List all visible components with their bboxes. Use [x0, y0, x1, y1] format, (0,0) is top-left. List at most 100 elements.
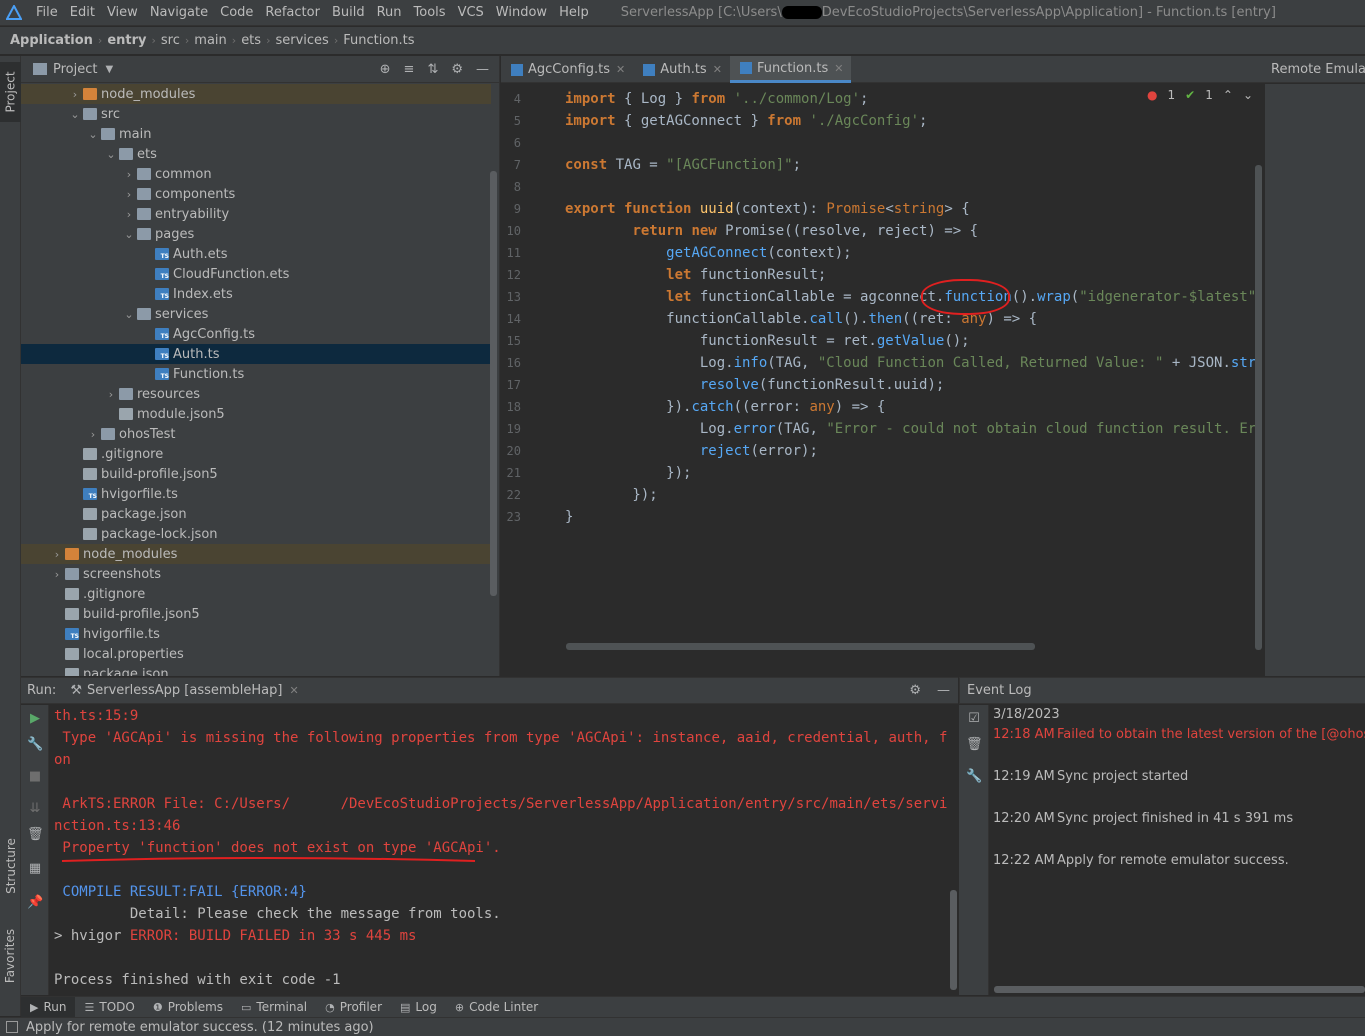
trash-icon[interactable]: 🗑: [966, 737, 983, 753]
close-icon[interactable]: ✕: [713, 63, 722, 76]
bottom-tab-todo[interactable]: ☰ TODO: [75, 997, 143, 1018]
event-log-entry[interactable]: 12:22 AM Apply for remote emulator succes…: [993, 851, 1289, 871]
tree-item[interactable]: ⌄ ets: [21, 144, 491, 164]
previous-highlight-icon[interactable]: ⌃: [1223, 88, 1233, 102]
restore-layout-icon[interactable]: ⇊: [27, 801, 43, 817]
status-toggle-icon[interactable]: [6, 1021, 18, 1033]
rerun-icon[interactable]: ▶: [27, 711, 43, 727]
minimize-icon[interactable]: —: [937, 683, 950, 698]
menu-item-help[interactable]: Help: [553, 1, 595, 25]
tree-item[interactable]: package.json: [21, 664, 491, 676]
breadcrumb-item[interactable]: services: [275, 33, 328, 48]
locate-icon[interactable]: ⊕: [380, 62, 391, 77]
gear-icon[interactable]: ⚙: [451, 62, 463, 77]
event-log-entry[interactable]: 12:19 AM Sync project started: [993, 767, 1188, 787]
pin-icon[interactable]: 📌: [27, 895, 43, 911]
tree-item[interactable]: TS Index.ets: [21, 284, 491, 304]
chevron-right-icon[interactable]: ›: [49, 548, 65, 561]
event-log-entry[interactable]: 12:18 AM Failed to obtain the latest vers…: [993, 725, 1365, 745]
close-icon[interactable]: ✕: [834, 62, 843, 75]
menu-item-run[interactable]: Run: [371, 1, 408, 25]
chevron-right-icon[interactable]: ›: [103, 388, 119, 401]
chevron-right-icon[interactable]: ›: [121, 188, 137, 201]
breadcrumb-item[interactable]: entry: [107, 33, 146, 48]
menu-item-code[interactable]: Code: [214, 1, 259, 25]
tree-item[interactable]: package-lock.json: [21, 524, 491, 544]
tree-item[interactable]: › common: [21, 164, 491, 184]
gear-icon[interactable]: ⚙: [909, 683, 921, 698]
tree-item[interactable]: › node_modules: [21, 84, 491, 104]
tree-item[interactable]: build-profile.json5: [21, 464, 491, 484]
bottom-tab-run[interactable]: ▶ Run: [21, 996, 76, 1018]
chevron-right-icon[interactable]: ›: [121, 208, 137, 221]
tree-item[interactable]: TS Function.ts: [21, 364, 491, 384]
bottom-tab-profiler[interactable]: ◔ Profiler: [316, 997, 391, 1018]
menu-item-build[interactable]: Build: [326, 1, 371, 25]
event-log-scrollbar[interactable]: [994, 986, 1365, 993]
layout-icon[interactable]: ▦: [27, 861, 43, 877]
chevron-right-icon[interactable]: ›: [121, 168, 137, 181]
tree-item[interactable]: › entryability: [21, 204, 491, 224]
chevron-right-icon[interactable]: ›: [67, 88, 83, 101]
bottom-tab-terminal[interactable]: ▭ Terminal: [232, 997, 316, 1018]
chevron-down-icon[interactable]: ▼: [105, 64, 113, 75]
editor-horizontal-scrollbar[interactable]: [566, 643, 1035, 650]
menu-item-navigate[interactable]: Navigate: [144, 1, 214, 25]
bottom-tab-code-linter[interactable]: ⊕ Code Linter: [446, 997, 547, 1018]
tree-item[interactable]: .gitignore: [21, 584, 491, 604]
menu-item-edit[interactable]: Edit: [64, 1, 101, 25]
mark-read-icon[interactable]: ☑: [966, 711, 982, 727]
tree-item[interactable]: local.properties: [21, 644, 491, 664]
tree-item[interactable]: ⌄ src: [21, 104, 491, 124]
tree-item[interactable]: .gitignore: [21, 444, 491, 464]
expand-all-icon[interactable]: ≡: [404, 62, 415, 77]
side-tab-favorites[interactable]: Favorites: [0, 916, 21, 996]
close-icon[interactable]: ✕: [289, 684, 298, 697]
menu-item-file[interactable]: File: [30, 1, 64, 25]
stop-icon[interactable]: ■: [27, 769, 43, 785]
menu-item-window[interactable]: Window: [490, 1, 553, 25]
breadcrumb-item[interactable]: Function.ts: [343, 33, 414, 48]
tree-item[interactable]: › node_modules: [21, 544, 491, 564]
tree-item[interactable]: package.json: [21, 504, 491, 524]
tree-item[interactable]: ⌄ main: [21, 124, 491, 144]
tree-item[interactable]: TS hvigorfile.ts: [21, 484, 491, 504]
minimize-icon[interactable]: —: [476, 62, 489, 77]
chevron-right-icon[interactable]: ›: [85, 428, 101, 441]
tree-item[interactable]: TS CloudFunction.ets: [21, 264, 491, 284]
tree-item[interactable]: › screenshots: [21, 564, 491, 584]
menu-item-tools[interactable]: Tools: [408, 1, 452, 25]
tree-item[interactable]: TS AgcConfig.ts: [21, 324, 491, 344]
collapse-all-icon[interactable]: ⇅: [427, 62, 438, 77]
breadcrumb-item[interactable]: src: [161, 33, 180, 48]
chevron-down-icon[interactable]: ⌄: [121, 308, 137, 321]
run-config-tab[interactable]: ⚒ ServerlessApp [assembleHap] ✕: [70, 683, 298, 698]
run-console-scrollbar[interactable]: [950, 890, 957, 990]
remote-emulator-tab[interactable]: Remote Emulator: [1265, 56, 1365, 83]
wrench-icon[interactable]: 🔧: [966, 769, 982, 785]
run-console-output[interactable]: th.ts:15:9 Type 'AGCApi' is missing the …: [50, 705, 948, 995]
tree-item[interactable]: ⌄ services: [21, 304, 491, 324]
tree-item[interactable]: › resources: [21, 384, 491, 404]
breadcrumb-item[interactable]: ets: [241, 33, 261, 48]
chevron-right-icon[interactable]: ›: [49, 568, 65, 581]
wrench-icon[interactable]: 🔧: [27, 737, 43, 753]
tree-item[interactable]: ⌄ pages: [21, 224, 491, 244]
tree-item[interactable]: build-profile.json5: [21, 604, 491, 624]
tree-item[interactable]: TS hvigorfile.ts: [21, 624, 491, 644]
event-log-entry[interactable]: 12:20 AM Sync project finished in 41 s 39…: [993, 809, 1293, 829]
side-tab-project[interactable]: Project: [0, 62, 21, 122]
bottom-tab-problems[interactable]: ❶ Problems: [144, 997, 232, 1018]
editor-vertical-scrollbar[interactable]: [1255, 165, 1262, 650]
tree-item[interactable]: TS Auth.ts: [21, 344, 491, 364]
bottom-tab-log[interactable]: ▤ Log: [391, 997, 446, 1018]
project-panel-title[interactable]: Project: [53, 62, 97, 77]
menu-item-vcs[interactable]: VCS: [452, 1, 490, 25]
menu-item-view[interactable]: View: [101, 1, 144, 25]
editor-tab[interactable]: Function.ts ✕: [729, 56, 852, 83]
breadcrumb-item[interactable]: Application: [10, 33, 93, 48]
chevron-down-icon[interactable]: ⌄: [103, 148, 119, 161]
editor-tab[interactable]: Auth.ts ✕: [633, 56, 730, 83]
editor-tab[interactable]: AgcConfig.ts ✕: [501, 56, 633, 83]
tree-item[interactable]: › components: [21, 184, 491, 204]
